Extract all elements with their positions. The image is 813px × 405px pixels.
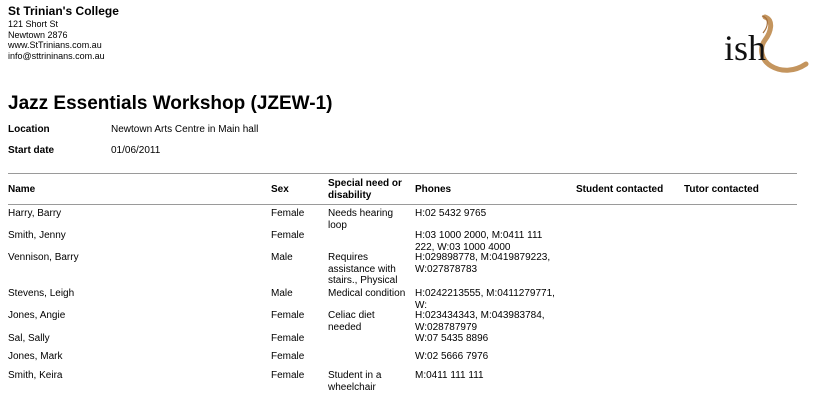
row-sex: Female [271,310,305,321]
row-phones: H:0242213555, M:0411279771, W: [415,288,575,311]
special-need-line: Celiac diet [328,310,375,321]
college-address-line2: Newtown 2876 [8,29,68,40]
row-sex: Female [271,208,305,219]
row-phones: H:023434343, M:043983784, W:028787979 [415,310,575,333]
phone-line: M:0411 111 111 [415,370,484,381]
row-name: Harry, Barry [8,208,62,219]
phone-line: H:029898778, M:0419879223, [415,252,551,263]
page-title: Jazz Essentials Workshop (JZEW-1) [8,93,333,114]
table-top-rule [8,173,797,174]
row-special-need: Requires assistance with stairs., Physical [328,252,412,287]
phone-line: H:0242213555, M:0411279771, [415,288,555,299]
row-phones: M:0411 111 111 [415,370,575,382]
special-need-line: Requires [328,252,369,263]
ish-logo: ish [724,14,809,73]
special-need-line: wheelchair [328,381,376,393]
row-phones: H:029898778, M:0419879223, W:027878783 [415,252,575,275]
row-name: Stevens, Leigh [8,288,75,299]
row-phones: H:03 1000 2000, M:0411 111 222, W:03 1000… [415,230,575,253]
row-sex: Female [271,351,305,362]
row-special-need: Student in a wheelchair [328,370,412,393]
row-sex: Male [271,288,293,299]
row-name: Jones, Angie [8,310,66,321]
header-special-need: Special need or disability [328,178,402,201]
special-need-line: loop [328,219,347,231]
header-special-line1: Special need or [328,178,402,189]
phone-line: H:023434343, M:043983784, [415,310,545,321]
header-sex: Sex [271,184,289,195]
row-phones: W:07 5435 8896 [415,333,575,345]
logo-text: ish [724,28,766,68]
start-date-value: 01/06/2011 [111,145,161,156]
header-student-contacted: Student contacted [576,184,664,195]
phone-line: W:02 5666 7976 [415,351,489,362]
row-name: Smith, Keira [8,370,63,381]
college-header: St Trinian's College 121 Short St Newtow… [8,4,119,61]
header-phones: Phones [415,184,452,195]
college-address-line1: 121 Short St [8,19,59,29]
special-need-line: Student in a [328,370,382,381]
special-need-line: Needs hearing [328,208,394,219]
start-date-label: Start date [8,145,55,156]
row-sex: Female [271,370,305,381]
row-sex: Female [271,230,305,241]
row-special-need: Needs hearing loop [328,208,412,231]
phone-line: W:028787979 [415,321,478,333]
row-special-need: Celiac diet needed [328,310,412,333]
row-sex: Male [271,252,293,263]
row-phones: W:02 5666 7976 [415,351,575,363]
special-need-line: assistance with [328,263,396,275]
location-value: Newtown Arts Centre in Main hall [111,124,259,135]
row-name: Vennison, Barry [8,252,79,263]
row-sex: Female [271,333,305,344]
row-phones: H:02 5432 9765 [415,208,575,220]
header-name: Name [8,184,36,195]
row-name: Jones, Mark [8,351,63,362]
special-need-line: Medical condition [328,288,406,299]
phone-line: H:03 1000 2000, M:0411 111 [415,230,543,241]
phone-line: W:027878783 [415,263,478,275]
college-website: www.StTrinians.com.au [8,40,102,50]
college-name: St Trinian's College [8,4,119,18]
header-special-line2: disability [328,189,372,201]
header-tutor-contacted: Tutor contacted [684,184,759,195]
special-need-line: needed [328,321,362,333]
special-need-line: stairs., Physical [328,275,398,286]
college-email: info@sttrininans.com.au [8,50,105,61]
row-name: Smith, Jenny [8,230,66,241]
row-special-need: Medical condition [328,288,412,300]
row-name: Sal, Sally [8,333,50,344]
phone-line: H:02 5432 9765 [415,208,487,219]
table-header-rule [8,204,797,205]
phone-line: W:07 5435 8896 [415,333,489,344]
location-label: Location [8,124,50,135]
